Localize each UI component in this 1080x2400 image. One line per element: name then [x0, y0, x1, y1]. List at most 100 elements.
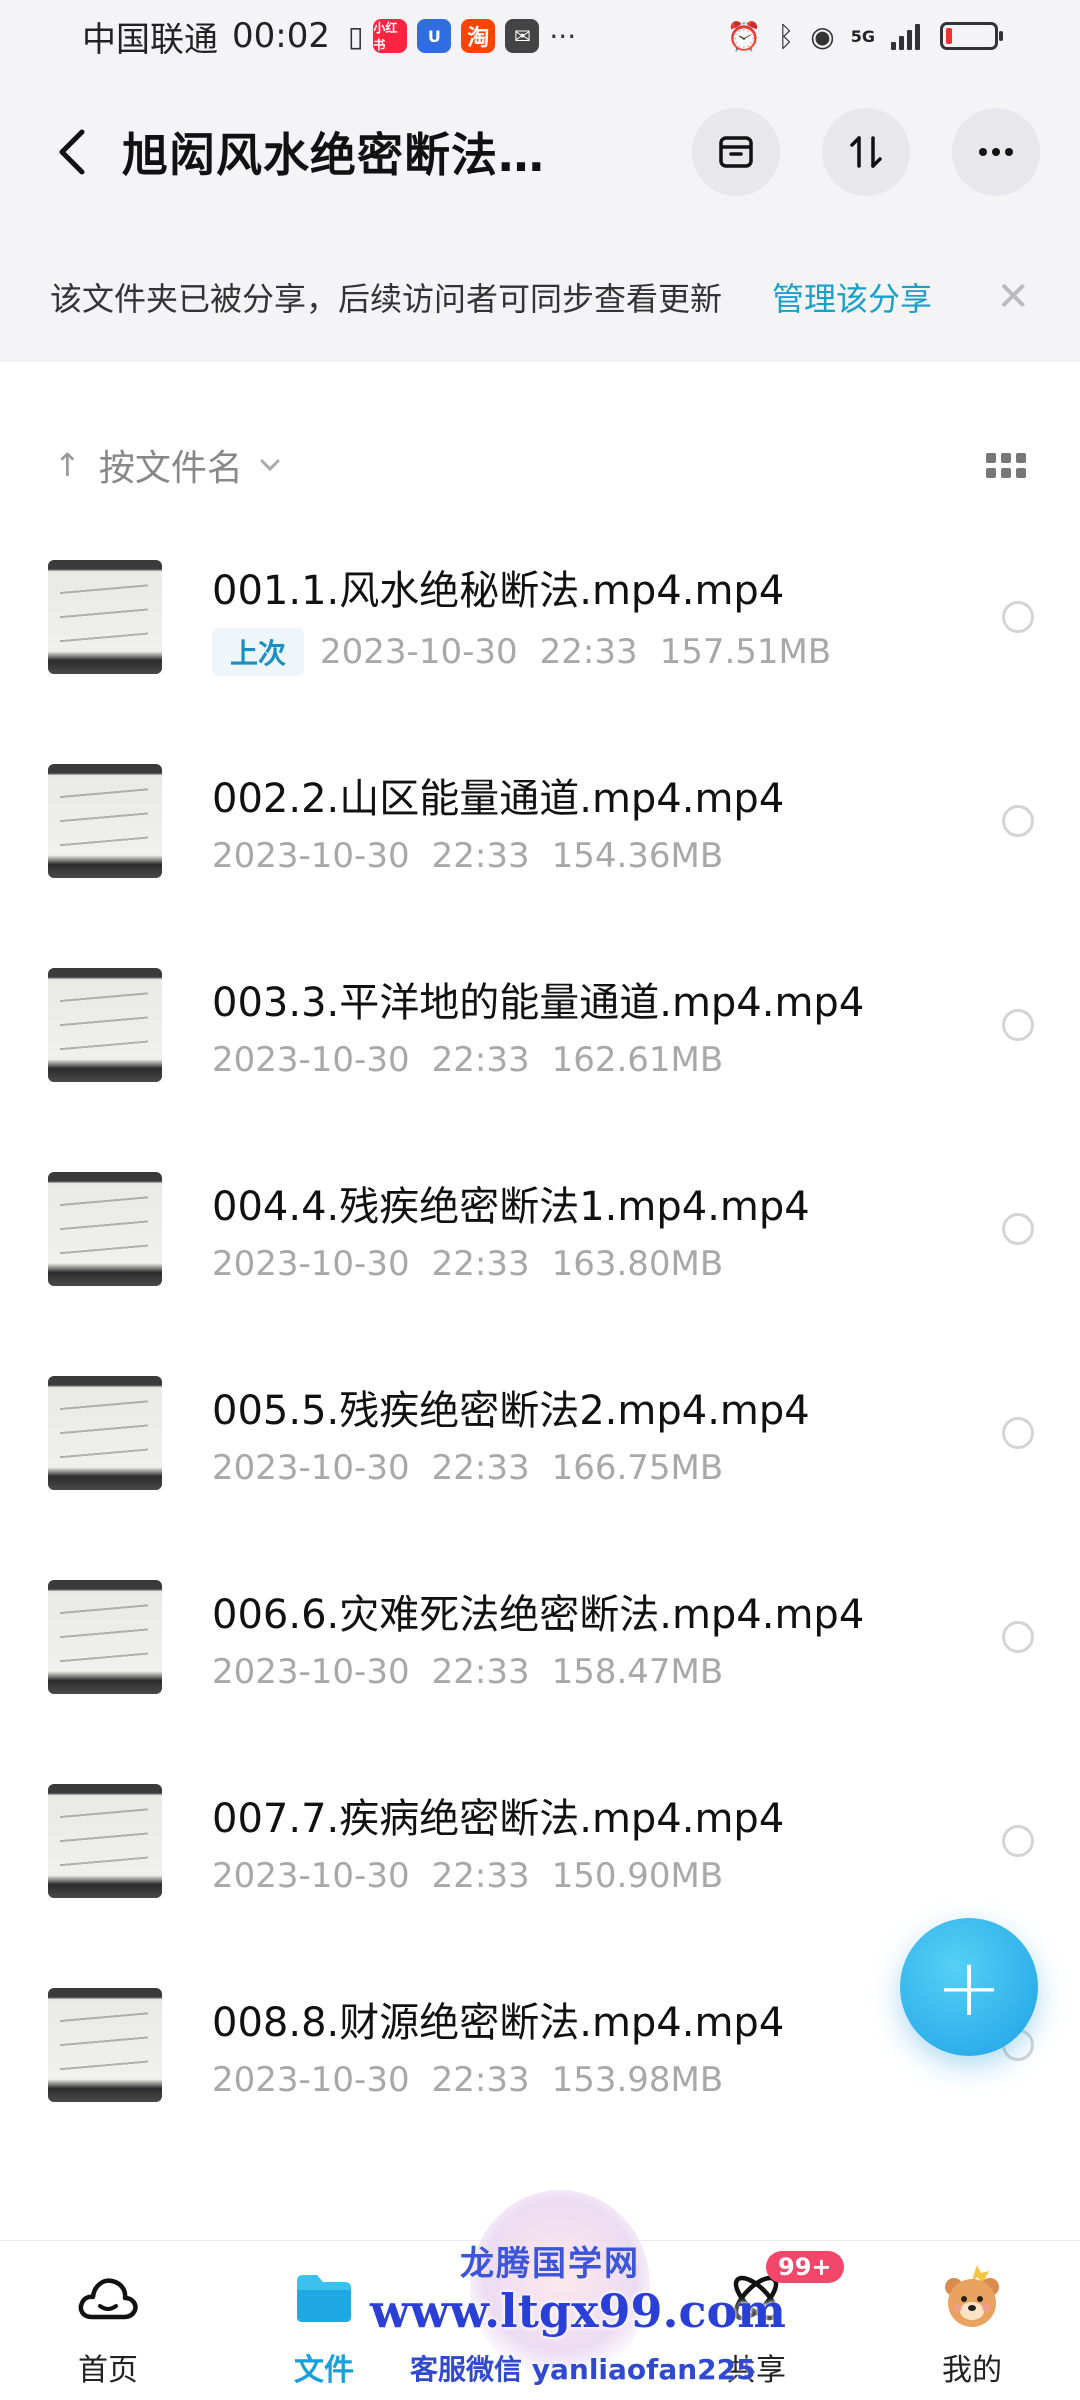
xiaohongshu-badge-icon: 小红书 — [373, 19, 408, 53]
file-date: 2023-10-30 — [320, 632, 518, 672]
file-name: 006.6.灾难死法绝密断法.mp4.mp4 — [212, 1592, 865, 1638]
status-left: 中国联通 00:02 ▯ 小红书 U 淘 ✉ ··· — [82, 12, 576, 61]
select-radio[interactable] — [1002, 1213, 1034, 1245]
nav-item-home[interactable]: 首页 — [0, 2241, 216, 2400]
sort-updown-icon — [850, 136, 882, 168]
bluetooth-icon: ᛒ — [777, 19, 795, 53]
status-right: ⏰ ᛒ ◉ 5G — [726, 19, 1003, 53]
watermark-contact: 客服微信 yanliaofan225 — [410, 2353, 756, 2386]
app-header: 旭闳风水绝密断法… — [0, 72, 1080, 232]
notification-badge: 99+ — [766, 2251, 844, 2283]
file-date: 2023-10-30 — [212, 836, 410, 876]
file-time: 22:33 — [431, 1652, 530, 1692]
file-date: 2023-10-30 — [212, 1652, 410, 1692]
last-viewed-tag: 上次 — [212, 628, 305, 676]
select-radio[interactable] — [1002, 805, 1034, 837]
file-name: 005.5.残疾绝密断法2.mp4.mp4 — [212, 1388, 810, 1434]
file-time: 22:33 — [431, 1040, 530, 1080]
add-button[interactable]: + — [900, 1918, 1038, 2056]
more-button[interactable] — [952, 108, 1040, 196]
file-row[interactable]: 001.1.风水绝秘断法.mp4.mp4 上次 2023-10-30 22:33… — [0, 515, 1080, 719]
file-time: 22:33 — [431, 1244, 530, 1284]
archive-icon — [719, 136, 753, 168]
page-title: 旭闳风水绝密断法… — [122, 128, 545, 182]
file-size: 150.90MB — [551, 1856, 724, 1896]
mail-badge-icon: ✉ — [505, 19, 540, 53]
sort-bar: ↑ 按文件名 — [0, 420, 1080, 510]
close-icon[interactable]: ✕ — [996, 274, 1030, 320]
grid-icon — [986, 452, 1026, 478]
file-name: 007.7.疾病绝密断法.mp4.mp4 — [212, 1796, 785, 1842]
file-time: 22:33 — [431, 1448, 530, 1488]
file-row[interactable]: 004.4.残疾绝密断法1.mp4.mp4 2023-10-30 22:33 1… — [0, 1127, 1080, 1331]
chevron-down-icon[interactable] — [259, 453, 281, 478]
file-info: 003.3.平洋地的能量通道.mp4.mp4 2023-10-30 22:33 … — [212, 970, 1002, 1080]
battery-icon — [940, 22, 1003, 50]
nav-item-me[interactable]: 我的 — [864, 2241, 1080, 2400]
file-row[interactable]: 007.7.疾病绝密断法.mp4.mp4 2023-10-30 22:33 15… — [0, 1739, 1080, 1943]
alarm-icon: ⏰ — [726, 19, 762, 53]
sort-direction-icon[interactable]: ↑ — [54, 446, 81, 484]
file-row[interactable]: 005.5.残疾绝密断法2.mp4.mp4 2023-10-30 22:33 1… — [0, 1331, 1080, 1535]
file-name: 001.1.风水绝秘断法.mp4.mp4 — [212, 568, 785, 614]
select-radio[interactable] — [1002, 1825, 1034, 1857]
file-meta: 上次 2023-10-30 22:33 157.51MB — [212, 628, 1002, 676]
file-row[interactable]: 002.2.山区能量通道.mp4.mp4 2023-10-30 22:33 15… — [0, 719, 1080, 923]
signal-icon — [891, 22, 920, 50]
video-thumbnail — [48, 968, 162, 1082]
file-info: 007.7.疾病绝密断法.mp4.mp4 2023-10-30 22:33 15… — [212, 1786, 1002, 1896]
status-bar: 中国联通 00:02 ▯ 小红书 U 淘 ✉ ··· ⏰ ᛒ ◉ 5G — [0, 0, 1080, 72]
file-time: 22:33 — [431, 2060, 530, 2100]
header-actions — [692, 108, 1040, 196]
share-notice-text: 该文件夹已被分享，后续访问者可同步查看更新 — [50, 280, 723, 318]
file-name: 002.2.山区能量通道.mp4.mp4 — [212, 776, 785, 822]
file-name: 008.8.财源绝密断法.mp4.mp4 — [212, 2000, 785, 2046]
file-meta: 2023-10-30 22:33 154.36MB — [212, 836, 1002, 876]
phone-icon: ▯ — [347, 19, 364, 53]
video-thumbnail — [48, 764, 162, 878]
select-radio[interactable] — [1002, 601, 1034, 633]
file-date: 2023-10-30 — [212, 1244, 410, 1284]
file-size: 153.98MB — [551, 2060, 724, 2100]
file-name: 003.3.平洋地的能量通道.mp4.mp4 — [212, 980, 865, 1026]
file-meta: 2023-10-30 22:33 162.61MB — [212, 1040, 1002, 1080]
file-date: 2023-10-30 — [212, 1040, 410, 1080]
select-radio[interactable] — [1002, 1621, 1034, 1653]
manage-share-link[interactable]: 管理该分享 — [772, 274, 932, 320]
file-row[interactable]: 003.3.平洋地的能量通道.mp4.mp4 2023-10-30 22:33 … — [0, 923, 1080, 1127]
video-thumbnail — [48, 1988, 162, 2102]
video-thumbnail — [48, 1784, 162, 1898]
cloud-icon — [73, 2263, 143, 2333]
file-time: 22:33 — [431, 836, 530, 876]
file-date: 2023-10-30 — [212, 1448, 410, 1488]
file-size: 162.61MB — [551, 1040, 724, 1080]
file-info: 001.1.风水绝秘断法.mp4.mp4 上次 2023-10-30 22:33… — [212, 558, 1002, 676]
file-size: 157.51MB — [659, 632, 832, 672]
file-size: 158.47MB — [551, 1652, 724, 1692]
file-meta: 2023-10-30 22:33 166.75MB — [212, 1448, 1002, 1488]
file-size: 163.80MB — [551, 1244, 724, 1284]
select-radio[interactable] — [1002, 1417, 1034, 1449]
sort-by-filename-button[interactable]: 按文件名 — [99, 439, 243, 491]
select-radio[interactable] — [1002, 1009, 1034, 1041]
file-size: 166.75MB — [551, 1448, 724, 1488]
grid-view-toggle[interactable] — [986, 452, 1026, 478]
file-meta: 2023-10-30 22:33 158.47MB — [212, 1652, 1002, 1692]
file-meta: 2023-10-30 22:33 150.90MB — [212, 1856, 1002, 1896]
file-date: 2023-10-30 — [212, 2060, 410, 2100]
file-row[interactable]: 006.6.灾难死法绝密断法.mp4.mp4 2023-10-30 22:33 … — [0, 1535, 1080, 1739]
file-info: 002.2.山区能量通道.mp4.mp4 2023-10-30 22:33 15… — [212, 766, 1002, 876]
archive-button[interactable] — [692, 108, 780, 196]
chevron-left-icon — [59, 129, 85, 175]
watermark-overlay: 龙腾国学网 www.ltgx99.com 客服微信 yanliaofan225 — [360, 2180, 786, 2400]
file-list: 001.1.风水绝秘断法.mp4.mp4 上次 2023-10-30 22:33… — [0, 515, 1080, 2147]
video-thumbnail — [48, 1172, 162, 1286]
back-button[interactable] — [44, 112, 100, 192]
hotspot-icon: ◉ — [810, 19, 835, 53]
transfer-button[interactable] — [822, 108, 910, 196]
watermark-url: www.ltgx99.com — [370, 2284, 786, 2338]
file-size: 154.36MB — [551, 836, 724, 876]
file-meta: 2023-10-30 22:33 163.80MB — [212, 1244, 1002, 1284]
avatar-bear-icon — [937, 2263, 1007, 2333]
share-notice-banner: 该文件夹已被分享，后续访问者可同步查看更新 管理该分享 ✕ — [0, 232, 1080, 362]
